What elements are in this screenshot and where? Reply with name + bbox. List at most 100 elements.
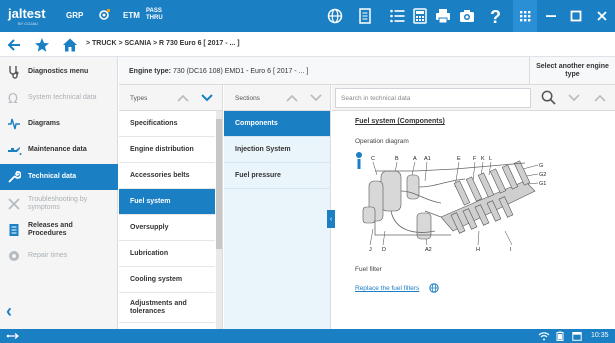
diagram-label: A [413,156,417,162]
sidebar-item-repair-times[interactable]: Repair times [0,243,118,269]
diagram-label: F [473,156,477,162]
diagram-label: A2 [425,247,432,253]
usb-icon [6,333,19,339]
chevron-down-icon[interactable] [201,93,213,103]
gear-clock-icon [0,249,28,263]
section-item-injection-system[interactable]: Injection System [224,137,330,163]
omega-icon: Ω [0,91,28,105]
sidebar-item-releases-and-procedures[interactable]: Releases and Procedures [0,217,118,243]
collapse-panel-tab[interactable]: ‹ [327,210,335,228]
type-item-lubrication[interactable]: Lubrication [119,241,215,267]
print-icon[interactable] [434,7,452,25]
chevron-down-icon[interactable] [310,93,322,103]
favorite-star-icon[interactable] [34,37,50,53]
search-icon[interactable] [541,90,556,105]
stethoscope-icon [0,65,28,79]
search-box[interactable] [335,88,531,108]
diagram-label: G [539,163,543,169]
wrench-icon [0,170,28,184]
section-item-components[interactable]: Components [224,111,330,137]
chevron-down-icon[interactable] [568,93,580,103]
type-item-accessories-belts[interactable]: Accessories belts [119,163,215,189]
diagram-label: G2 [539,172,546,178]
help-icon[interactable]: ? [486,7,504,27]
maximize-button[interactable] [563,0,589,32]
svg-text:Ω: Ω [8,92,18,105]
chevron-up-icon[interactable] [177,93,189,103]
diagram-label: H [476,247,480,253]
wifi-icon [538,332,550,341]
type-item-adjustments-and-tolerances[interactable]: Adjustments and tolerances [119,293,215,323]
type-item-fuel-system[interactable]: Fuel system [119,189,215,215]
sections-header: Sections [224,85,331,111]
diagram-label: B [395,156,399,162]
status-bar: 10:35 [0,329,615,343]
info-icon [356,152,362,169]
tools-icon [0,197,28,211]
document-icon [0,223,28,237]
replace-fuel-filters-link[interactable]: Replace the fuel filters [355,285,419,292]
close-button[interactable] [589,0,615,32]
top-toolbar: jaltest BY COJALI GRP ETM PASS THRU ? [0,0,615,32]
collapse-sidebar-chevron-icon[interactable]: ‹ [6,301,12,322]
minimize-button[interactable] [538,0,564,32]
breadcrumb-bar: > TRUCK > SCANIA > R 730 Euro 6 [ 2017 -… [0,32,615,57]
types-header: Types [119,85,223,111]
network-icon[interactable] [326,7,344,25]
sidebar-item-troubleshooting[interactable]: Troubleshooting by symptoms [0,191,118,217]
minimize-icon [546,15,556,17]
diagram-label: C [371,156,375,162]
search-input[interactable] [336,89,530,107]
sidebar-item-maintenance-data[interactable]: Maintenance data [0,137,118,163]
diagram-caption: Fuel filter [355,266,382,273]
calendar-icon [572,332,582,341]
section-item-fuel-pressure[interactable]: Fuel pressure [224,163,330,189]
document-icon[interactable] [356,7,374,25]
type-item-engine-distribution[interactable]: Engine distribution [119,137,215,163]
diagram-label: D [382,247,386,253]
breadcrumb[interactable]: > TRUCK > SCANIA > R 730 Euro 6 [ 2017 -… [86,40,240,47]
chevron-up-icon[interactable] [594,93,606,103]
sidebar-item-technical-data[interactable]: Technical data [0,164,118,190]
diagram-label: J [369,247,372,253]
chevron-up-icon[interactable] [286,93,298,103]
globe-icon[interactable] [429,283,439,293]
diagram-label: A1 [424,156,431,162]
type-item-oversupply[interactable]: Oversupply [119,215,215,241]
type-item-specifications[interactable]: Specifications [119,111,215,137]
clock-time: 10:35 [591,332,609,339]
grid-icon [520,11,531,22]
camera-icon[interactable] [458,7,476,25]
sidebar-item-diagnostics-menu[interactable]: Diagnostics menu [0,59,118,85]
engine-type-bar: Engine type: 730 (DC16 108) EMD1 - Euro … [119,57,615,85]
sections-list: Components Injection System Fuel pressur… [224,111,331,329]
sidebar: Diagnostics menu Ω System technical data… [0,57,118,329]
type-item-cooling-system[interactable]: Cooling system [119,267,215,293]
pass-thru-button[interactable]: PASS THRU [146,8,163,22]
etm-button[interactable]: ETM [123,11,140,20]
diagram-label: I [510,247,512,253]
home-icon[interactable] [62,37,78,53]
calculator-icon[interactable] [411,7,429,25]
document-title: Fuel system (Components) [355,118,445,125]
fuel-system-diagram: C B A A1 E F K L G G2 G1 J D A2 H I [356,152,546,253]
sidebar-item-diagrams[interactable]: Diagrams [0,111,118,137]
battery-icon [556,331,564,341]
maximize-icon [570,10,582,22]
sidebar-item-system-technical-data[interactable]: Ω System technical data [0,85,118,111]
engine-type-text: Engine type: 730 (DC16 108) EMD1 - Euro … [129,68,309,75]
back-arrow-icon[interactable] [6,37,22,53]
waveform-icon [0,117,28,131]
types-scrollbar-thumb[interactable] [216,119,222,249]
grp-button[interactable]: GRP [66,11,83,20]
types-list: Specifications Engine distribution Acces… [119,111,223,329]
diagram-label: G1 [539,181,546,187]
select-engine-type-button[interactable]: Select another engine type [529,57,615,85]
diagram-label: E [457,156,461,162]
close-icon [597,11,607,21]
apps-grid-button[interactable] [513,0,537,32]
jaltest-logo: jaltest BY COJALI [8,6,46,26]
list-icon[interactable] [388,7,406,25]
grp-gear-icon[interactable] [96,7,112,23]
oil-can-icon [0,143,28,157]
